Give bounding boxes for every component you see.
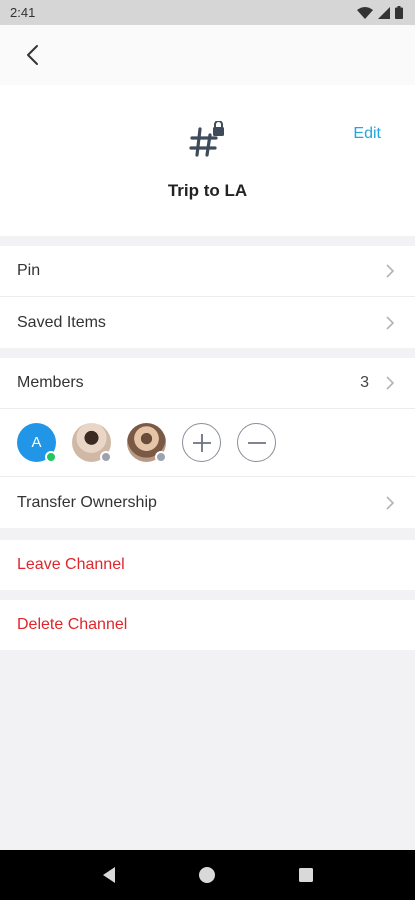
- triangle-back-icon: [103, 867, 116, 883]
- chevron-right-icon: [386, 376, 395, 390]
- add-member-button[interactable]: [182, 423, 221, 462]
- transfer-ownership-row[interactable]: Transfer Ownership: [0, 477, 415, 528]
- circle-home-icon: [199, 867, 216, 883]
- saved-items-row[interactable]: Saved Items: [0, 297, 415, 348]
- offline-status-dot: [100, 451, 112, 463]
- signal-icon: [378, 6, 390, 19]
- battery-icon: [395, 6, 403, 19]
- nav-home-button[interactable]: [187, 855, 227, 895]
- members-section: Members 3 A Transfer Ownership: [0, 358, 415, 528]
- status-icons: [357, 6, 403, 19]
- channel-info-card: Trip to LA Edit: [0, 85, 415, 236]
- status-bar: 2:41: [0, 0, 415, 25]
- pin-row[interactable]: Pin: [0, 246, 415, 297]
- delete-channel-button[interactable]: Delete Channel: [0, 600, 415, 650]
- chevron-right-icon: [386, 264, 395, 278]
- nav-recents-button[interactable]: [286, 855, 326, 895]
- members-row[interactable]: Members 3: [0, 358, 415, 409]
- offline-status-dot: [155, 451, 167, 463]
- square-recents-icon: [298, 868, 313, 882]
- channel-options-section: Pin Saved Items: [0, 246, 415, 348]
- chevron-right-icon: [386, 495, 395, 510]
- plus-icon: [192, 433, 211, 452]
- system-navigation-bar: [0, 850, 415, 900]
- pin-label: Pin: [17, 262, 41, 279]
- avatar[interactable]: [127, 423, 167, 463]
- avatar[interactable]: A: [17, 423, 57, 463]
- online-status-dot: [45, 451, 57, 463]
- member-avatars: A: [0, 409, 415, 477]
- edit-button[interactable]: Edit: [353, 125, 381, 143]
- delete-channel-section: Delete Channel: [0, 600, 415, 650]
- transfer-ownership-label: Transfer Ownership: [17, 493, 157, 511]
- chevron-right-icon: [386, 315, 395, 330]
- top-app-bar: [0, 25, 415, 85]
- channel-name: Trip to LA: [167, 181, 248, 200]
- saved-items-label: Saved Items: [17, 313, 106, 331]
- wifi-icon: [357, 6, 373, 19]
- avatar-initial: A: [31, 434, 42, 451]
- back-button[interactable]: [18, 41, 46, 69]
- minus-icon: [247, 441, 266, 444]
- leave-channel-button[interactable]: Leave Channel: [0, 540, 415, 590]
- nav-back-button[interactable]: [89, 855, 129, 895]
- private-channel-icon: [189, 121, 224, 157]
- chevron-left-icon: [27, 45, 38, 65]
- avatar[interactable]: [72, 423, 112, 463]
- status-time: 2:41: [10, 5, 36, 20]
- members-count: 3: [360, 374, 369, 391]
- remove-member-button[interactable]: [237, 423, 276, 462]
- leave-channel-section: Leave Channel: [0, 540, 415, 590]
- members-label: Members: [17, 374, 84, 391]
